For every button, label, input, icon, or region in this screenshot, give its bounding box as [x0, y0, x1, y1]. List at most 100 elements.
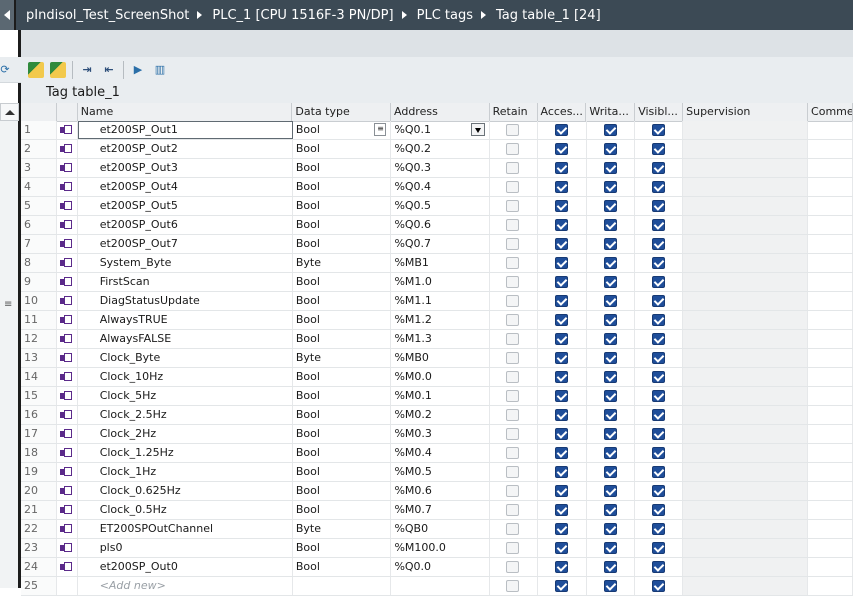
visible-checkbox[interactable]: [651, 352, 665, 364]
supervision-cell[interactable]: [683, 121, 809, 139]
writable-checkbox[interactable]: [603, 352, 617, 364]
comment-cell[interactable]: [808, 482, 853, 500]
writable-checkbox[interactable]: [603, 276, 617, 288]
accessible-checkbox[interactable]: [554, 580, 568, 592]
supervision-cell[interactable]: [683, 425, 809, 443]
table-row[interactable]: 20 Clock_0.625Hz Bool %M0.6: [21, 482, 853, 501]
accessible-checkbox[interactable]: [554, 466, 568, 478]
breadcrumb-plc-tags[interactable]: PLC tags: [417, 8, 473, 23]
retain-checkbox[interactable]: [506, 580, 520, 592]
writable-checkbox[interactable]: [603, 238, 617, 250]
address-cell[interactable]: %M0.6: [391, 482, 491, 500]
accessible-checkbox[interactable]: [554, 143, 568, 155]
comment-cell[interactable]: [808, 463, 853, 481]
scroll-grip-icon[interactable]: ≡: [4, 299, 12, 310]
comment-cell[interactable]: [808, 406, 853, 424]
visible-checkbox[interactable]: [651, 504, 665, 516]
accessible-checkbox[interactable]: [554, 371, 568, 383]
comment-cell[interactable]: [808, 558, 853, 576]
table-row[interactable]: 2 et200SP_Out2 Bool %Q0.2: [21, 140, 853, 159]
retain-checkbox[interactable]: [506, 143, 520, 155]
table-row[interactable]: 23 pls0 Bool %M100.0: [21, 539, 853, 558]
data-type-cell[interactable]: Bool: [293, 482, 392, 500]
retain-checkbox[interactable]: [506, 504, 520, 516]
tag-name-cell[interactable]: Clock_2.5Hz: [78, 406, 293, 424]
tag-name-cell[interactable]: et200SP_Out0: [78, 558, 293, 576]
writable-checkbox[interactable]: [603, 504, 617, 516]
row-number[interactable]: 16: [21, 406, 58, 424]
retain-checkbox[interactable]: [506, 295, 520, 307]
header-visible[interactable]: Visibl...: [635, 103, 684, 121]
writable-checkbox[interactable]: [603, 257, 617, 269]
accessible-checkbox[interactable]: [554, 485, 568, 497]
accessible-checkbox[interactable]: [554, 181, 568, 193]
tag-name-cell[interactable]: et200SP_Out4: [78, 178, 293, 196]
data-type-cell[interactable]: Bool: [293, 178, 392, 196]
tag-name-cell[interactable]: AlwaysTRUE: [78, 311, 293, 329]
retain-checkbox[interactable]: [506, 162, 520, 174]
retain-checkbox[interactable]: [506, 371, 520, 383]
address-cell[interactable]: %Q0.1: [391, 121, 491, 139]
comment-cell[interactable]: [808, 501, 853, 519]
row-number[interactable]: 10: [21, 292, 58, 310]
tag-name-cell[interactable]: FirstScan: [78, 273, 293, 291]
address-cell[interactable]: %M0.0: [391, 368, 491, 386]
header-address[interactable]: Address: [391, 103, 490, 121]
table-row[interactable]: 5 et200SP_Out5 Bool %Q0.5: [21, 197, 853, 216]
visible-checkbox[interactable]: [651, 143, 665, 155]
snapshot-icon[interactable]: ▥: [152, 62, 168, 78]
tag-name-cell[interactable]: et200SP_Out3: [78, 159, 293, 177]
address-cell[interactable]: %M0.2: [391, 406, 491, 424]
visible-checkbox[interactable]: [651, 542, 665, 554]
comment-cell[interactable]: [808, 273, 853, 291]
back-arrow-icon[interactable]: [0, 0, 16, 30]
retain-checkbox[interactable]: [506, 314, 520, 326]
accessible-checkbox[interactable]: [554, 542, 568, 554]
visible-checkbox[interactable]: [651, 162, 665, 174]
tag-name-cell[interactable]: Clock_Byte: [78, 349, 293, 367]
row-number[interactable]: 4: [21, 178, 58, 196]
retain-checkbox[interactable]: [506, 276, 520, 288]
insert-row-icon[interactable]: [50, 61, 66, 78]
tag-name-cell[interactable]: et200SP_Out2: [78, 140, 293, 158]
visible-checkbox[interactable]: [651, 371, 665, 383]
supervision-cell[interactable]: [683, 311, 809, 329]
accessible-checkbox[interactable]: [554, 409, 568, 421]
supervision-cell[interactable]: [683, 197, 809, 215]
data-type-cell[interactable]: Bool: [293, 387, 392, 405]
accessible-checkbox[interactable]: [554, 504, 568, 516]
retain-checkbox[interactable]: [506, 219, 520, 231]
row-number[interactable]: 7: [21, 235, 58, 253]
visible-checkbox[interactable]: [651, 124, 665, 136]
row-number[interactable]: 2: [21, 140, 58, 158]
writable-checkbox[interactable]: [603, 523, 617, 535]
retain-checkbox[interactable]: [506, 466, 520, 478]
writable-checkbox[interactable]: [603, 200, 617, 212]
supervision-cell[interactable]: [683, 444, 809, 462]
writable-checkbox[interactable]: [603, 143, 617, 155]
table-row[interactable]: 18 Clock_1.25Hz Bool %M0.4: [21, 444, 853, 463]
visible-checkbox[interactable]: [651, 295, 665, 307]
export-icon[interactable]: ⇥: [79, 62, 95, 78]
breadcrumb-tag-table[interactable]: Tag table_1 [24]: [496, 8, 601, 23]
data-type-cell[interactable]: Bool: [293, 539, 392, 557]
table-row[interactable]: 15 Clock_5Hz Bool %M0.1: [21, 387, 853, 406]
data-type-cell[interactable]: Bool: [293, 292, 392, 310]
table-row[interactable]: 21 Clock_0.5Hz Bool %M0.7: [21, 501, 853, 520]
header-supervision[interactable]: Supervision: [683, 103, 809, 121]
accessible-checkbox[interactable]: [554, 124, 568, 136]
supervision-cell[interactable]: [683, 235, 809, 253]
supervision-cell[interactable]: [683, 539, 809, 557]
comment-cell[interactable]: [808, 520, 853, 538]
retain-checkbox[interactable]: [506, 200, 520, 212]
comment-cell[interactable]: [808, 368, 853, 386]
refresh-icon[interactable]: ⟳: [0, 62, 10, 78]
address-cell[interactable]: %M1.0: [391, 273, 491, 291]
row-number[interactable]: 20: [21, 482, 58, 500]
writable-checkbox[interactable]: [603, 390, 617, 402]
tag-name-cell[interactable]: <Add new>: [78, 577, 293, 595]
table-row[interactable]: 13 Clock_Byte Byte %MB0: [21, 349, 853, 368]
row-number[interactable]: 23: [21, 539, 58, 557]
tag-name-cell[interactable]: Clock_0.5Hz: [78, 501, 293, 519]
writable-checkbox[interactable]: [603, 542, 617, 554]
